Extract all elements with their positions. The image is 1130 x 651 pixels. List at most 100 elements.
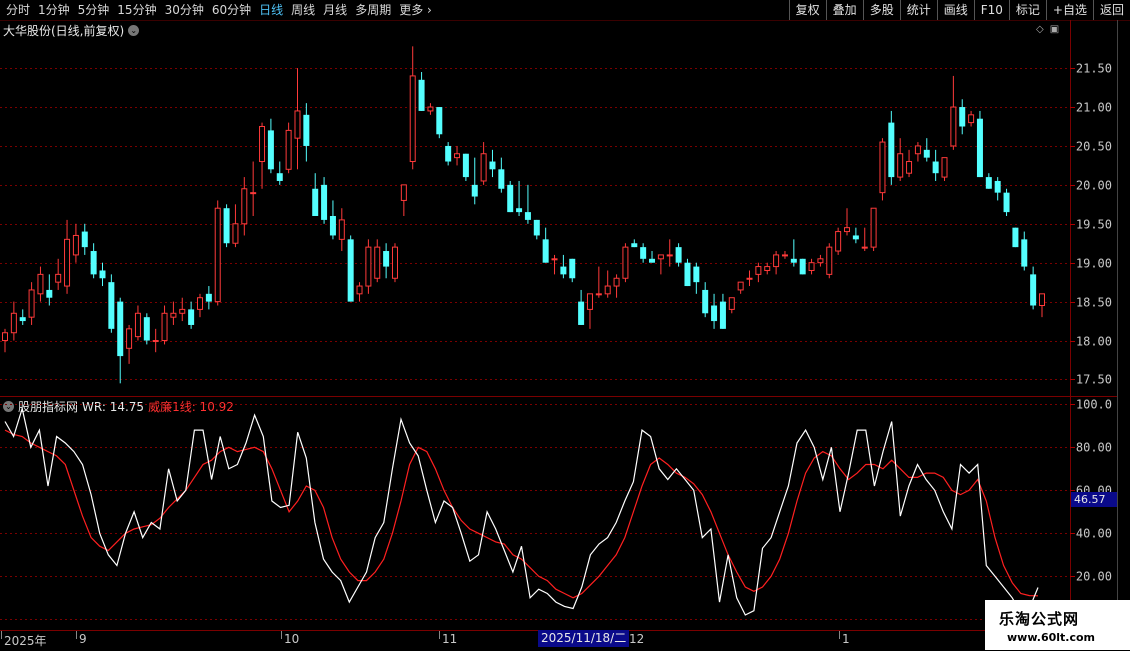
indicator-current-value-badge: 46.57 <box>1071 492 1117 507</box>
candle-body-up <box>356 285 363 295</box>
candle-body-up <box>906 161 913 174</box>
candle-body-down <box>711 305 718 322</box>
stock-chart-svg[interactable]: 17.50 18.00 18.50 19.00 19.50 20.00 20.50 21.00… <box>0 0 1130 650</box>
candle-body-down <box>790 258 797 263</box>
price-tick-label: 19.00 <box>1076 257 1112 271</box>
candle-body-up <box>409 75 416 163</box>
candle-body-down <box>569 258 576 279</box>
candle-body-up <box>586 293 593 310</box>
candle-body-down <box>205 293 212 302</box>
candle-body-down <box>507 184 514 213</box>
candle-body-up <box>37 273 44 295</box>
date-axis-label-1: 9 <box>79 632 87 646</box>
candle-body-down <box>702 289 709 314</box>
candle-body-up <box>126 328 133 349</box>
candle-body-up <box>666 254 673 257</box>
candle-body-down <box>312 188 319 216</box>
candle-body-up <box>941 157 948 178</box>
candle-body-down <box>675 247 682 263</box>
candle-body-up <box>374 246 381 279</box>
candle-body-up <box>897 153 904 178</box>
candle-body-down <box>1012 227 1019 248</box>
candle-body-up <box>773 254 780 268</box>
candle-body-down <box>640 247 647 259</box>
candle-body-down <box>1003 192 1010 213</box>
candle-body-down <box>418 79 425 111</box>
cursor-date-label: 2025/11/18/二 <box>538 630 630 647</box>
candle-body-up <box>728 297 735 310</box>
candle-body-up <box>613 277 620 287</box>
wr-series-line <box>4 406 1039 616</box>
candle-body-up <box>391 246 398 279</box>
candle-body-up <box>241 188 248 225</box>
candle-body-up <box>196 297 203 310</box>
price-tick-label: 18.50 <box>1076 296 1112 310</box>
candle-body-up <box>365 246 372 287</box>
candle-body-down <box>90 251 97 275</box>
date-tick <box>281 631 282 639</box>
candle-body-down <box>923 149 930 158</box>
candle-body-up <box>879 141 886 194</box>
candle-body-up <box>427 106 434 112</box>
candle-body-up <box>161 312 168 342</box>
candle-body-up <box>152 340 159 343</box>
candle-body-up <box>746 277 753 280</box>
candle-body-down <box>684 262 691 287</box>
candle-body-down <box>578 301 585 325</box>
candle-body-down <box>985 177 992 189</box>
date-axis-label-0: 2025年 <box>4 634 47 648</box>
candle-body-down <box>560 266 567 275</box>
candle-body-down <box>46 289 53 298</box>
candle-body-up <box>259 126 266 163</box>
candle-body-up <box>808 262 815 271</box>
candle-body-down <box>19 317 26 322</box>
candle-body-up <box>55 273 62 283</box>
candle-body-down <box>383 251 390 267</box>
candle-body-up <box>604 285 611 295</box>
candle-body-up <box>179 308 186 314</box>
date-axis-label-5: 1 <box>842 632 850 646</box>
candle-body-down <box>462 153 469 178</box>
price-tick-label: 17.50 <box>1076 373 1112 387</box>
candle-body-down <box>533 219 540 236</box>
price-tick-label: 21.50 <box>1076 62 1112 76</box>
wb-series-line <box>4 429 1039 599</box>
candle-body-down <box>471 184 478 197</box>
candle-body-down <box>852 235 859 240</box>
candle-body-down <box>321 184 328 220</box>
date-axis-label-4: 12 <box>629 632 645 646</box>
candle-body-down <box>994 180 1001 193</box>
side-panel-strip <box>1117 20 1130 400</box>
candle-body-down <box>267 130 274 170</box>
candle-body-up <box>861 246 868 249</box>
watermark: 乐淘公式网 www.60lt.com <box>985 600 1130 650</box>
price-tick-label: 20.00 <box>1076 179 1112 193</box>
indicator-tick-label: 80.00 <box>1076 441 1112 455</box>
candle-body-up <box>400 184 407 201</box>
price-tick-label: 20.50 <box>1076 140 1112 154</box>
date-tick <box>76 631 77 639</box>
watermark-url: www.60lt.com <box>1007 631 1096 644</box>
candle-body-up <box>294 110 301 139</box>
side-panel-strip-lower <box>1117 400 1130 632</box>
candle-body-up <box>480 153 487 182</box>
indicator-tick-label: 40.00 <box>1076 527 1112 541</box>
candle-body-up <box>285 129 292 170</box>
candle-body-up <box>2 332 8 342</box>
candle-body-down <box>631 243 638 248</box>
candle-body-down <box>932 161 939 174</box>
date-axis-label-3: 11 <box>442 632 458 646</box>
candle-body-down <box>524 212 531 220</box>
price-tick-label: 21.00 <box>1076 101 1112 115</box>
candle-body-down <box>959 107 966 127</box>
candle-body-up <box>622 246 629 279</box>
date-tick <box>439 631 440 639</box>
indicator-tick-label: 100.0 <box>1076 398 1112 412</box>
candle-body-up <box>968 114 975 124</box>
candle-body-down <box>489 161 496 170</box>
candle-body-up <box>595 293 602 296</box>
candle-body-up <box>134 312 141 338</box>
candle-body-up <box>764 266 771 271</box>
candle-body-down <box>888 122 895 178</box>
candle-body-up <box>835 231 842 252</box>
